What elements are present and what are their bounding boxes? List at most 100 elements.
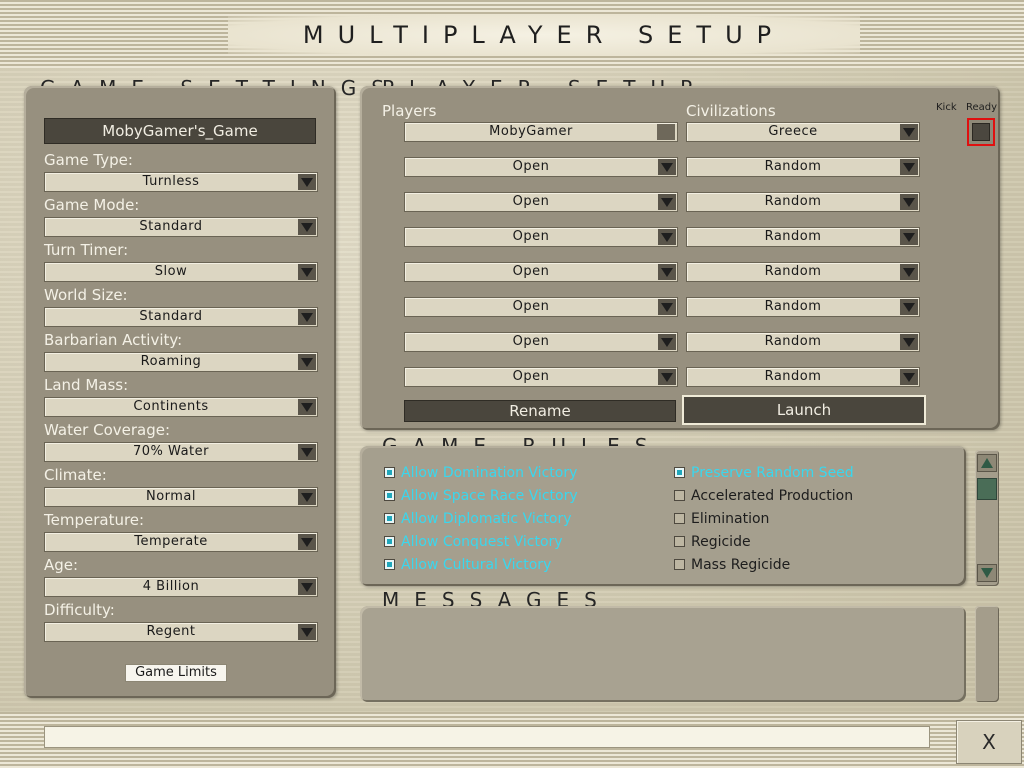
close-button[interactable]: X	[956, 720, 1022, 764]
civilization-dropdown-value: Random	[764, 264, 822, 279]
civilization-dropdown-value: Greece	[768, 124, 818, 139]
chevron-down-icon[interactable]	[298, 444, 316, 460]
player-slot-dropdown[interactable]: Open	[404, 157, 678, 177]
civilization-dropdown[interactable]: Random	[686, 332, 920, 352]
player-slot-dropdown[interactable]: MobyGamer	[404, 122, 678, 142]
rule-checkbox[interactable]	[674, 467, 685, 478]
rule-option[interactable]: Allow Diplomatic Victory	[384, 510, 572, 528]
game-name-field[interactable]: MobyGamer's_Game	[44, 118, 316, 144]
chevron-down-icon[interactable]	[298, 489, 316, 505]
player-slot-dropdown-value: Open	[512, 369, 550, 384]
civilization-dropdown[interactable]: Random	[686, 192, 920, 212]
player-slot-dropdown-value: Open	[512, 334, 550, 349]
setting-dropdown[interactable]: 70% Water	[44, 442, 318, 462]
rule-checkbox[interactable]	[384, 536, 395, 547]
rule-checkbox[interactable]	[384, 559, 395, 570]
chevron-down-icon[interactable]	[900, 334, 918, 350]
ready-checkbox[interactable]	[967, 118, 995, 146]
chevron-down-icon[interactable]	[658, 194, 676, 210]
civilization-dropdown-value: Random	[764, 229, 822, 244]
rule-option[interactable]: Allow Cultural Victory	[384, 556, 551, 574]
chevron-down-icon[interactable]	[900, 299, 918, 315]
chevron-down-icon[interactable]	[298, 399, 316, 415]
chevron-down-icon[interactable]	[298, 219, 316, 235]
scroll-up-button[interactable]	[977, 454, 997, 472]
rule-option[interactable]: Allow Conquest Victory	[384, 533, 563, 551]
chevron-down-icon[interactable]	[658, 334, 676, 350]
setting-dropdown[interactable]: Normal	[44, 487, 318, 507]
rename-button[interactable]: Rename	[404, 400, 676, 422]
chevron-down-icon[interactable]	[900, 194, 918, 210]
civilization-dropdown[interactable]: Random	[686, 297, 920, 317]
chevron-down-icon[interactable]	[298, 264, 316, 280]
chevron-down-icon[interactable]	[298, 309, 316, 325]
rule-checkbox[interactable]	[674, 536, 685, 547]
player-slot-dropdown[interactable]: Open	[404, 227, 678, 247]
launch-button[interactable]: Launch	[682, 395, 926, 425]
setting-label: Age:	[44, 556, 79, 574]
setting-dropdown[interactable]: Slow	[44, 262, 318, 282]
setting-dropdown[interactable]: 4 Billion	[44, 577, 318, 597]
rule-checkbox[interactable]	[674, 513, 685, 524]
chevron-down-icon[interactable]	[298, 354, 316, 370]
chevron-down-icon[interactable]	[900, 159, 918, 175]
player-slot-dropdown[interactable]: Open	[404, 332, 678, 352]
setting-label: Game Mode:	[44, 196, 140, 214]
ready-column-header: Ready	[966, 102, 998, 113]
setting-dropdown-value: 70% Water	[133, 444, 209, 459]
chevron-down-icon[interactable]	[298, 624, 316, 640]
civilization-dropdown[interactable]: Random	[686, 157, 920, 177]
setting-dropdown[interactable]: Temperate	[44, 532, 318, 552]
chat-input[interactable]	[44, 726, 930, 748]
game-limits-button[interactable]: Game Limits	[125, 664, 227, 682]
setting-dropdown[interactable]: Standard	[44, 307, 318, 327]
chevron-down-icon[interactable]	[298, 174, 316, 190]
rule-option[interactable]: Accelerated Production	[674, 487, 853, 505]
civilization-dropdown[interactable]: Random	[686, 227, 920, 247]
civilization-dropdown[interactable]: Random	[686, 367, 920, 387]
chevron-down-icon[interactable]	[900, 124, 918, 140]
chevron-down-icon[interactable]	[900, 229, 918, 245]
rule-option[interactable]: Elimination	[674, 510, 769, 528]
civilization-dropdown[interactable]: Greece	[686, 122, 920, 142]
chevron-down-icon[interactable]	[658, 369, 676, 385]
rule-label: Allow Diplomatic Victory	[401, 511, 572, 527]
rule-checkbox[interactable]	[384, 467, 395, 478]
chevron-down-icon[interactable]	[658, 159, 676, 175]
civilization-dropdown[interactable]: Random	[686, 262, 920, 282]
rule-option[interactable]: Preserve Random Seed	[674, 464, 854, 482]
rule-option[interactable]: Allow Domination Victory	[384, 464, 577, 482]
rule-label: Allow Conquest Victory	[401, 534, 563, 550]
chevron-down-icon[interactable]	[658, 264, 676, 280]
player-slot-dropdown[interactable]: Open	[404, 297, 678, 317]
setting-dropdown[interactable]: Continents	[44, 397, 318, 417]
rule-checkbox[interactable]	[384, 490, 395, 501]
messages-scrollbar[interactable]	[975, 606, 999, 702]
chevron-down-icon[interactable]	[658, 229, 676, 245]
chevron-down-icon[interactable]	[298, 579, 316, 595]
rule-option[interactable]: Regicide	[674, 533, 751, 551]
player-slot-dropdown[interactable]: Open	[404, 192, 678, 212]
rule-checkbox[interactable]	[674, 490, 685, 501]
setting-dropdown[interactable]: Regent	[44, 622, 318, 642]
setting-dropdown[interactable]: Roaming	[44, 352, 318, 372]
rule-label: Allow Space Race Victory	[401, 488, 578, 504]
chevron-down-icon[interactable]	[900, 264, 918, 280]
chevron-down-icon[interactable]	[658, 299, 676, 315]
chevron-down-icon[interactable]	[900, 369, 918, 385]
player-slot-dropdown[interactable]: Open	[404, 262, 678, 282]
rule-option[interactable]: Mass Regicide	[674, 556, 790, 574]
player-slot-dropdown[interactable]: Open	[404, 367, 678, 387]
rule-option[interactable]: Allow Space Race Victory	[384, 487, 578, 505]
setting-dropdown[interactable]: Turnless	[44, 172, 318, 192]
chevron-down-icon[interactable]	[298, 534, 316, 550]
setting-dropdown-value: Continents	[133, 399, 209, 414]
rule-checkbox[interactable]	[674, 559, 685, 570]
scroll-thumb[interactable]	[977, 478, 997, 500]
messages-log	[360, 606, 966, 702]
setting-dropdown[interactable]: Standard	[44, 217, 318, 237]
scroll-down-button[interactable]	[977, 564, 997, 582]
player-slot-dropdown-value: Open	[512, 159, 550, 174]
rule-checkbox[interactable]	[384, 513, 395, 524]
setting-label: Turn Timer:	[44, 241, 129, 259]
